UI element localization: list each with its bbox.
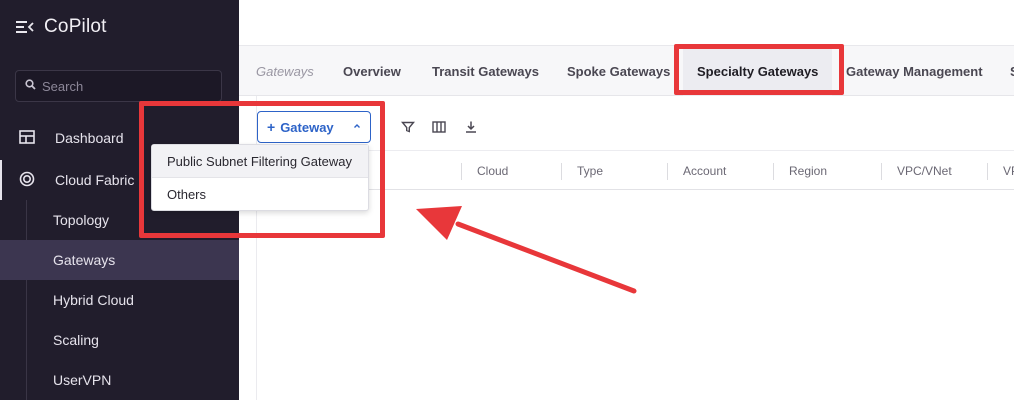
annotation-arrow (416, 206, 637, 294)
